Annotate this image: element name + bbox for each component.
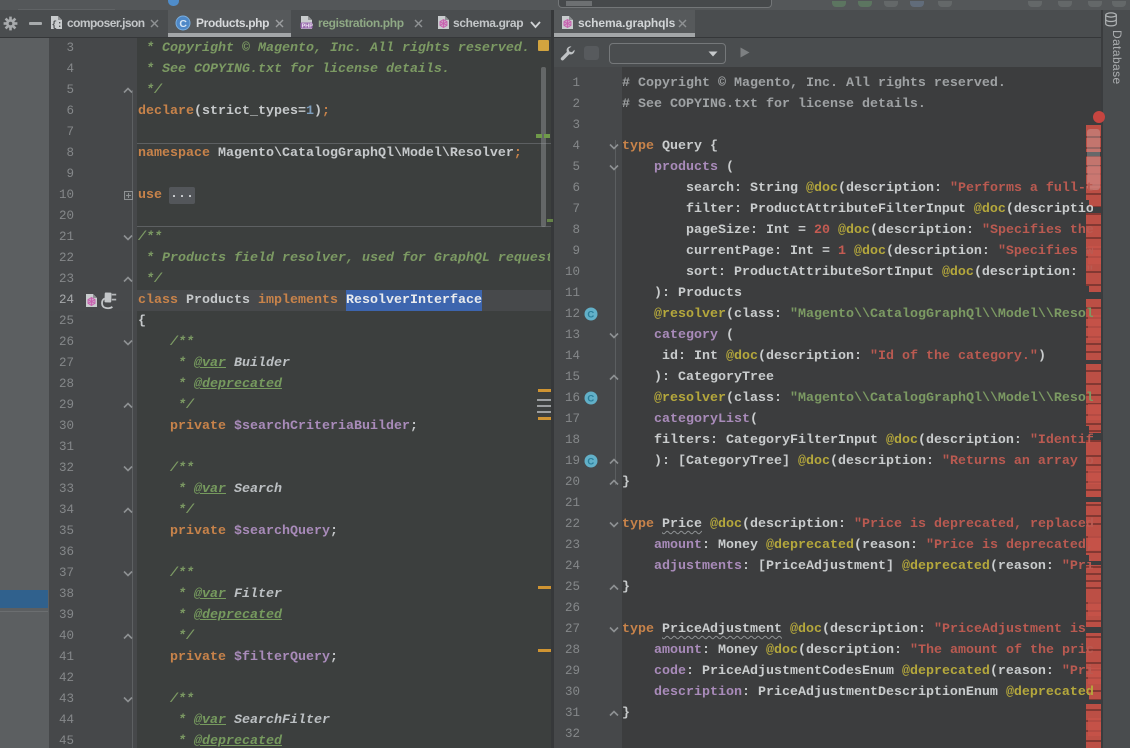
svg-text:C: C	[587, 394, 594, 405]
svg-text:PHP: PHP	[302, 24, 313, 30]
svg-text:C: C	[179, 18, 187, 30]
svg-text:C: C	[587, 310, 594, 321]
svg-text:{:}: {:}	[52, 20, 63, 30]
svg-text:C: C	[587, 457, 594, 468]
